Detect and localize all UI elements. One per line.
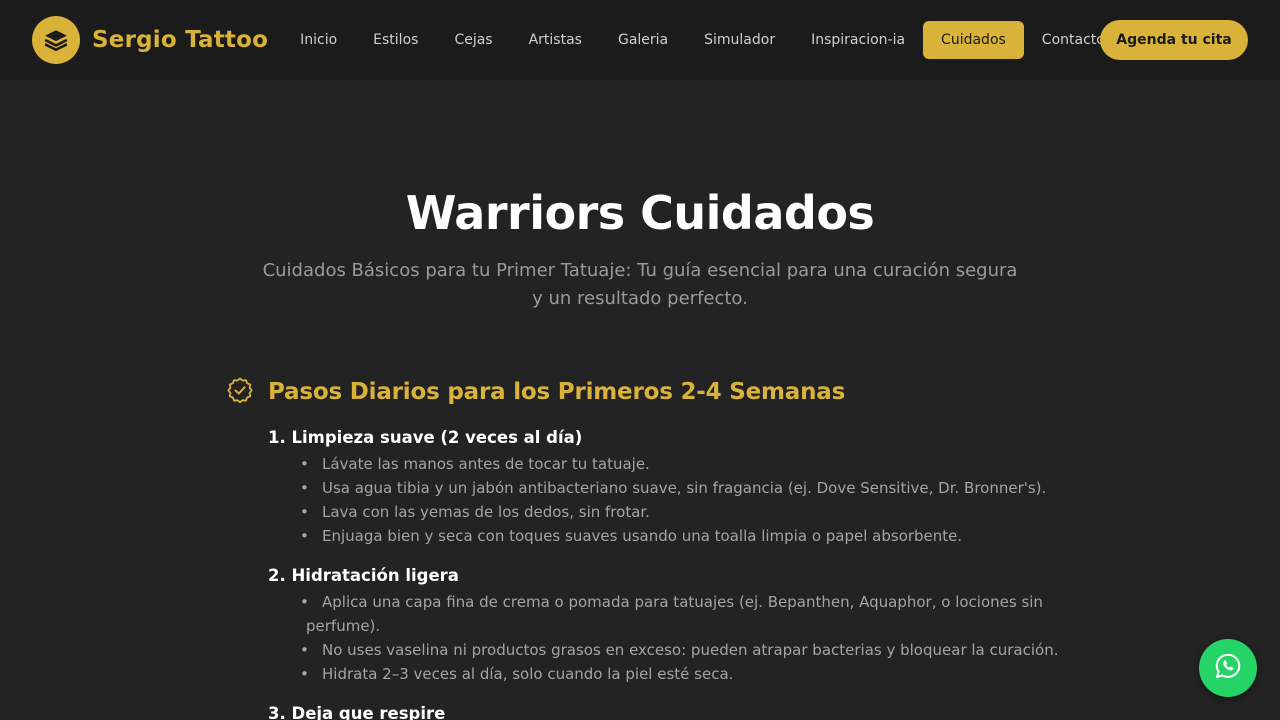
list-item: Hidrata 2–3 veces al día, solo cuando la…: [268, 662, 1068, 686]
brand-name: Sergio Tattoo: [92, 27, 269, 53]
list-item: Lava con las yemas de los dedos, sin fro…: [268, 500, 1068, 524]
list-item: Enjuaga bien y seca con toques suaves us…: [268, 524, 1068, 548]
steps-list: 1. Limpieza suave (2 veces al día) Lávat…: [268, 426, 1068, 720]
layers-icon: [32, 16, 80, 64]
check-badge-icon: [226, 376, 254, 408]
nav-item-inicio[interactable]: Inicio: [282, 21, 355, 59]
step-title: 3. Deja que respire: [268, 704, 446, 720]
step-items: Lávate las manos antes de tocar tu tatua…: [268, 452, 1068, 548]
section-title: Pasos Diarios para los Primeros 2-4 Sema…: [268, 379, 846, 405]
nav-item-galeria[interactable]: Galeria: [600, 21, 686, 59]
nav-item-cejas[interactable]: Cejas: [436, 21, 510, 59]
list-item: No uses vaselina ni productos grasos en …: [268, 638, 1068, 662]
book-appointment-button[interactable]: Agenda tu cita: [1100, 20, 1248, 60]
whatsapp-chat-button[interactable]: [1199, 639, 1257, 697]
whatsapp-icon: [1213, 651, 1243, 685]
brand[interactable]: Sergio Tattoo: [32, 16, 268, 64]
list-item: Lávate las manos antes de tocar tu tatua…: [268, 452, 1068, 476]
section-header: Pasos Diarios para los Primeros 2-4 Sema…: [226, 376, 845, 408]
nav-item-cuidados[interactable]: Cuidados: [923, 21, 1024, 59]
step-hydration: 2. Hidratación ligera Aplica una capa fi…: [268, 564, 1068, 686]
page-subtitle: Cuidados Básicos para tu Primer Tatuaje:…: [262, 260, 1018, 309]
main-nav: Inicio Estilos Cejas Artistas Galeria Si…: [282, 21, 1123, 59]
list-item: Aplica una capa fina de crema o pomada p…: [268, 590, 1068, 638]
nav-item-simulador[interactable]: Simulador: [686, 21, 793, 59]
list-item: Usa agua tibia y un jabón antibacteriano…: [268, 476, 1068, 500]
nav-item-artistas[interactable]: Artistas: [511, 21, 600, 59]
page-title: Warriors Cuidados: [405, 186, 875, 240]
nav-item-inspiracion-ia[interactable]: Inspiracion-ia: [793, 21, 923, 59]
step-cleaning: 1. Limpieza suave (2 veces al día) Lávat…: [268, 426, 1068, 548]
site-header: Sergio Tattoo Inicio Estilos Cejas Artis…: [0, 0, 1280, 80]
step-items: Aplica una capa fina de crema o pomada p…: [268, 590, 1068, 686]
step-title: 1. Limpieza suave (2 veces al día): [268, 428, 583, 447]
nav-item-estilos[interactable]: Estilos: [355, 21, 436, 59]
step-breathe: 3. Deja que respire: [268, 702, 1068, 720]
step-title: 2. Hidratación ligera: [268, 566, 459, 585]
